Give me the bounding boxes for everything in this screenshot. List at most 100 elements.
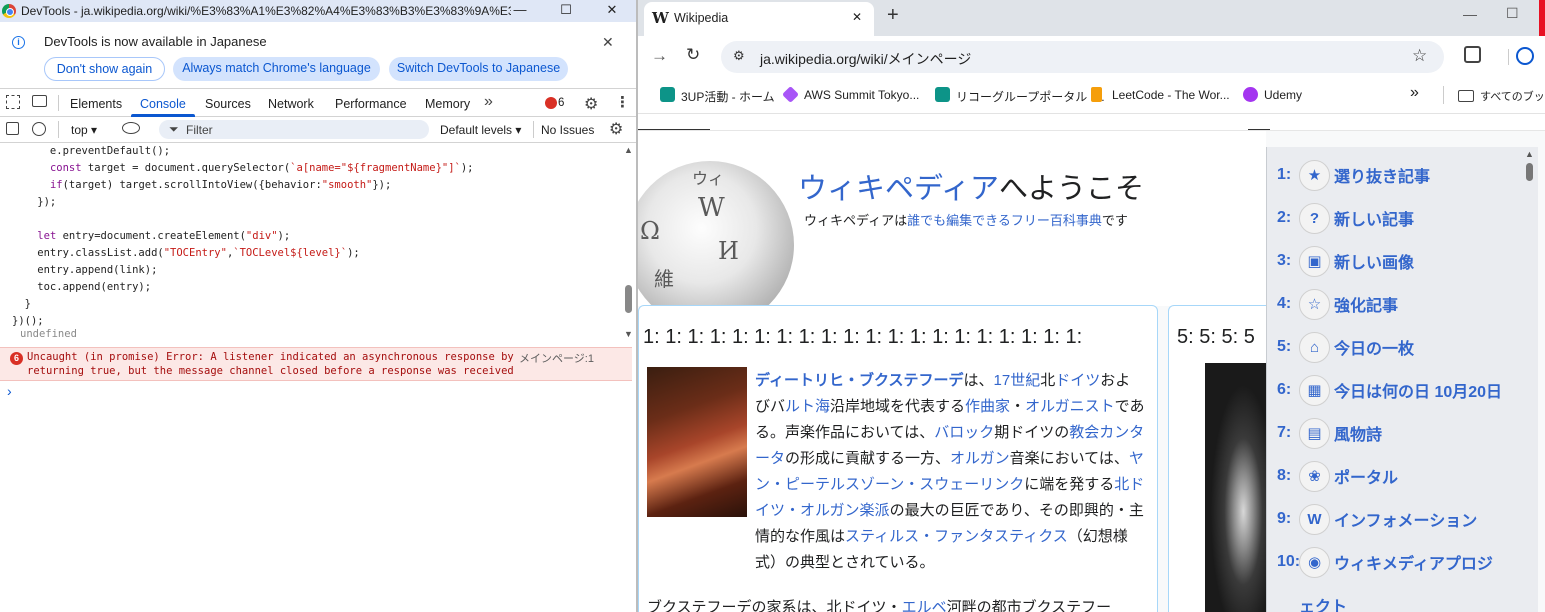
article-link[interactable]: 17世紀: [994, 372, 1041, 389]
wikimedia-icon: ◉: [1299, 546, 1330, 578]
silver-star-icon: ☆: [1299, 288, 1330, 320]
sidebar-item[interactable]: 3: ▣ 新しい画像: [1277, 241, 1414, 281]
forward-arrow-icon[interactable]: →: [651, 46, 668, 66]
tab-console[interactable]: Console: [140, 97, 186, 111]
sidebar-toggle-icon[interactable]: [6, 122, 19, 135]
article-link[interactable]: バロック: [934, 424, 994, 441]
switch-language-button[interactable]: Switch DevTools to Japanese: [389, 57, 568, 81]
site-settings-icon[interactable]: ⚙: [733, 48, 745, 64]
wikipedia-tab[interactable]: W Wikipedia ✕: [644, 2, 874, 36]
article-link[interactable]: ディートリヒ・ブクステフーデ: [755, 372, 964, 389]
match-language-button[interactable]: Always match Chrome's language: [173, 57, 380, 81]
sidebar-scroll-up-icon[interactable]: ▲: [1525, 149, 1534, 159]
bookmarks-overflow-button[interactable]: »: [1410, 84, 1419, 102]
bookmark-star-icon[interactable]: ☆: [1412, 46, 1427, 66]
sidebar-item[interactable]: 9: W インフォメーション: [1277, 499, 1477, 539]
tagline-text: ウィキペディアは: [804, 213, 908, 228]
browser-minimize-button[interactable]: —: [1463, 6, 1477, 22]
maximize-button[interactable]: ☐: [546, 0, 586, 22]
minimize-button[interactable]: —: [500, 0, 540, 22]
profile-avatar-icon[interactable]: [1516, 47, 1534, 65]
sidebar-item[interactable]: 4: ☆ 強化記事: [1277, 284, 1398, 324]
article-link[interactable]: ドイツ: [1055, 372, 1100, 389]
browser-maximize-button[interactable]: ☐: [1506, 5, 1519, 22]
elbe-link[interactable]: エルベ: [902, 599, 947, 612]
live-expression-eye-icon[interactable]: [122, 122, 140, 134]
article-link[interactable]: 作曲家: [965, 398, 1010, 415]
tab-elements[interactable]: Elements: [70, 97, 122, 111]
scroll-down-icon[interactable]: ▼: [624, 329, 633, 339]
bookmark-3up[interactable]: 3UP活動 - ホーム: [681, 88, 775, 105]
sidebar-item[interactable]: 6: ▦ 今日は何の日 10月20日: [1277, 370, 1502, 410]
sidebar-item[interactable]: 2:? 新しい記事: [1277, 198, 1414, 238]
tab-title: Wikipedia: [674, 11, 729, 25]
sidebar-item-number: 5:: [1277, 338, 1292, 355]
aws-cube-icon: [782, 86, 799, 103]
wikipedia-title-link[interactable]: ウィキペディア: [798, 173, 999, 205]
globe-glyph: Ω: [640, 217, 660, 245]
console-scrollbar[interactable]: [625, 285, 632, 313]
all-bookmarks-button[interactable]: すべてのブックマ: [1480, 88, 1545, 104]
close-button-edge[interactable]: [1539, 0, 1545, 36]
settings-gear-icon[interactable]: ⚙: [584, 94, 598, 114]
error-count-icon: [545, 97, 557, 109]
sidebar-item-label: ポータル: [1334, 470, 1399, 487]
tab-performance[interactable]: Performance: [335, 97, 407, 111]
header-underline: [638, 129, 710, 130]
close-window-button[interactable]: ✕: [592, 0, 632, 22]
question-icon: ?: [1299, 202, 1330, 234]
calendar-icon: ▦: [1299, 374, 1330, 406]
devtools-window-title: DevTools - ja.wikipedia.org/wiki/%E3%83%…: [21, 4, 511, 18]
article-link[interactable]: オルガニスト: [1025, 398, 1115, 415]
context-selector[interactable]: top ▾: [71, 123, 97, 137]
sidebar-item[interactable]: 1: ★ 選り抜き記事: [1277, 155, 1430, 195]
free-encyclopedia-link[interactable]: 誰でも編集できるフリー百科事典: [907, 213, 1102, 228]
article-link[interactable]: スティルス・ファンタスティクス: [845, 528, 1068, 545]
inspect-element-icon[interactable]: [6, 95, 20, 109]
error-source-link[interactable]: メインページ:1: [519, 350, 594, 366]
clear-console-icon[interactable]: [32, 122, 46, 136]
sidebar-item[interactable]: 5: ⌂ 今日の一枚: [1277, 327, 1414, 367]
tab-network[interactable]: Network: [268, 97, 314, 111]
udemy-icon: [1243, 87, 1258, 102]
code-line: }: [12, 298, 31, 310]
console-prompt[interactable]: ›: [7, 383, 12, 399]
dont-show-again-button[interactable]: Don't show again: [44, 57, 165, 81]
issues-button[interactable]: No Issues: [541, 123, 594, 137]
kebab-menu-icon[interactable]: ⋮: [615, 93, 630, 111]
bookmark-udemy[interactable]: Udemy: [1264, 88, 1302, 102]
log-levels-dropdown[interactable]: Default levels ▾: [440, 123, 521, 137]
buxtehude-painting[interactable]: [647, 367, 747, 517]
tab-memory[interactable]: Memory: [425, 97, 470, 111]
tab-sources[interactable]: Sources: [205, 97, 251, 111]
sidebar-scrollbar[interactable]: [1526, 163, 1533, 181]
more-tabs-button[interactable]: »: [484, 93, 493, 111]
picture-of-the-day-image[interactable]: [1205, 363, 1269, 612]
sidebar-item-label: 今日は何の日 10月20日: [1334, 384, 1503, 401]
sidebar-item[interactable]: 8: ❀ ポータル: [1277, 456, 1398, 496]
article-link[interactable]: ルト海: [785, 398, 830, 415]
console-error-row: 6 Uncaught (in promise) Error: A listene…: [0, 347, 632, 381]
bookmark-aws-summit[interactable]: AWS Summit Tokyo...: [804, 88, 919, 102]
bookmark-ricoh-portal[interactable]: リコーグループポータル -...: [956, 88, 1105, 105]
address-bar[interactable]: ⚙ ja.wikipedia.org/wiki/メインページ ☆: [721, 41, 1444, 73]
filter-input[interactable]: ⏷ Filter: [159, 120, 429, 139]
sidebar-item[interactable]: ェクト: [1277, 585, 1347, 612]
bookmarks-divider: [1443, 86, 1444, 104]
scroll-up-icon[interactable]: ▲: [624, 145, 633, 155]
bookmark-leetcode[interactable]: LeetCode - The Wor...: [1112, 88, 1230, 102]
extensions-icon[interactable]: [1464, 46, 1481, 63]
infobar-close-icon[interactable]: ✕: [602, 34, 614, 51]
reload-icon[interactable]: ↻: [686, 45, 700, 65]
tab-close-icon[interactable]: ✕: [852, 10, 862, 24]
new-tab-button[interactable]: +: [887, 4, 899, 27]
device-toolbar-icon[interactable]: [32, 95, 47, 107]
sidebar-item[interactable]: 10: ◉ ウィキメディアプロジ: [1277, 542, 1493, 582]
article-link[interactable]: オルガン: [950, 450, 1010, 467]
wikipedia-globe-logo: ウィ W Ω И 維: [638, 161, 794, 329]
error-message: Uncaught (in promise) Error: A listener …: [27, 351, 514, 377]
console-settings-icon[interactable]: ⚙: [609, 119, 623, 139]
url-text[interactable]: ja.wikipedia.org/wiki/メインページ: [760, 49, 971, 69]
sidebar-item[interactable]: 7: ▤ 風物詩: [1277, 413, 1382, 453]
error-count[interactable]: 6: [558, 97, 564, 109]
